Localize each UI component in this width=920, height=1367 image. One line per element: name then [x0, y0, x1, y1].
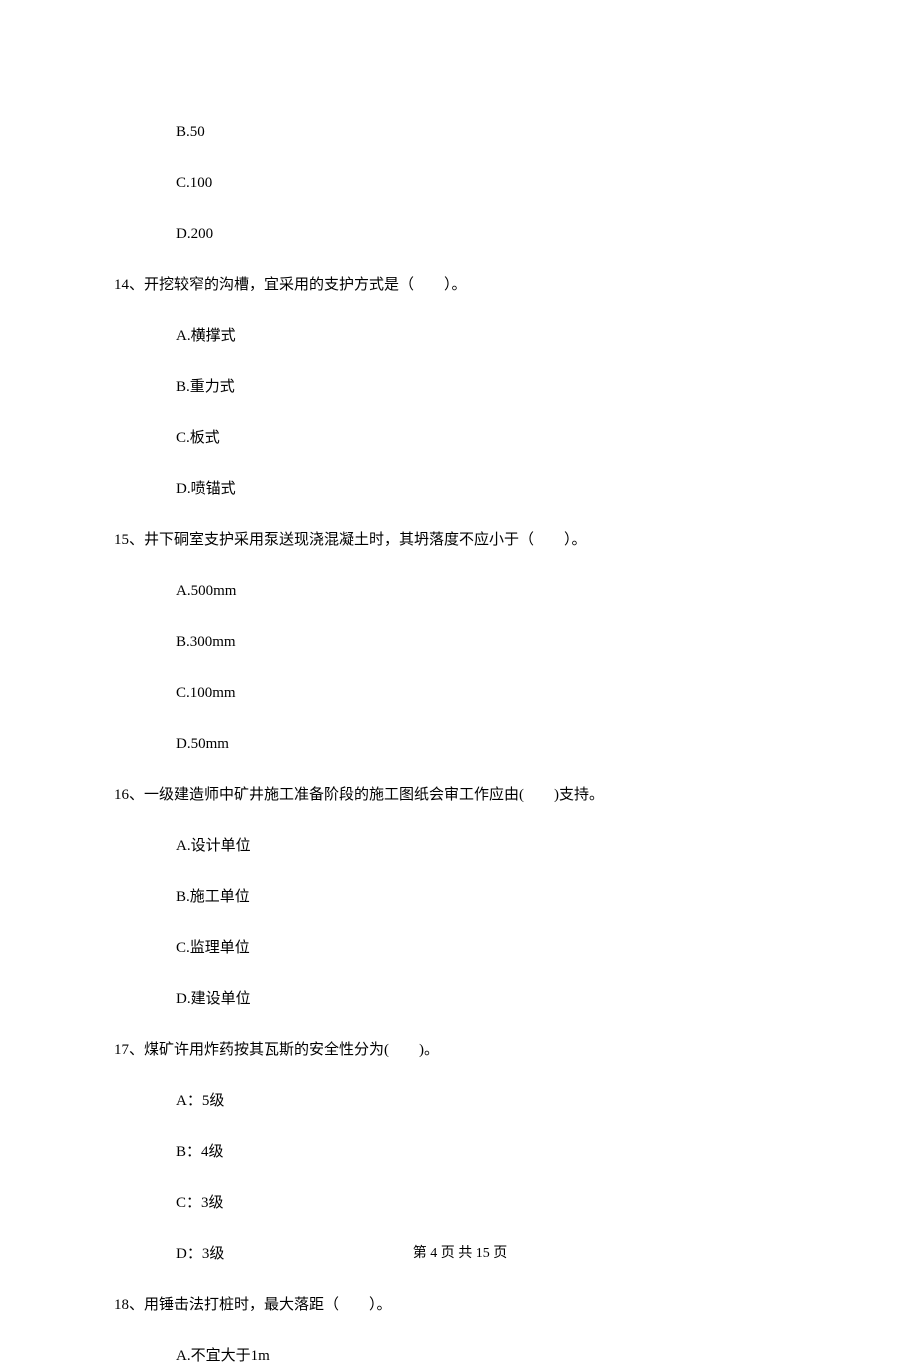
q17-option-b: B：4级 [114, 1142, 806, 1163]
q16-option-d: D.建设单位 [114, 989, 806, 1010]
q15-option-a: A.500mm [114, 581, 806, 602]
q14-option-c: C.板式 [114, 428, 806, 449]
q18-option-a: A.不宜大于1m [114, 1346, 806, 1367]
q14-option-a: A.横撑式 [114, 326, 806, 347]
q17-stem: 17、煤矿许用炸药按其瓦斯的安全性分为( )。 [114, 1040, 806, 1061]
q13-option-c: C.100 [114, 173, 806, 194]
q16-stem: 16、一级建造师中矿井施工准备阶段的施工图纸会审工作应由( )支持。 [114, 785, 806, 806]
q14-option-d: D.喷锚式 [114, 479, 806, 500]
q14-option-b: B.重力式 [114, 377, 806, 398]
q16-option-b: B.施工单位 [114, 887, 806, 908]
q13-option-d: D.200 [114, 224, 806, 245]
q17-option-c: C：3级 [114, 1193, 806, 1214]
q14-stem: 14、开挖较窄的沟槽，宜采用的支护方式是（ ）。 [114, 275, 806, 296]
page-content: B.50 C.100 D.200 14、开挖较窄的沟槽，宜采用的支护方式是（ ）… [0, 0, 920, 1367]
q15-option-c: C.100mm [114, 683, 806, 704]
page-footer: 第 4 页 共 15 页 [0, 1242, 920, 1262]
q17-option-a: A：5级 [114, 1091, 806, 1112]
q16-option-c: C.监理单位 [114, 938, 806, 959]
q15-stem: 15、井下硐室支护采用泵送现浇混凝土时，其坍落度不应小于（ ）。 [114, 530, 806, 551]
q15-option-d: D.50mm [114, 734, 806, 755]
q15-option-b: B.300mm [114, 632, 806, 653]
q16-option-a: A.设计单位 [114, 836, 806, 857]
q18-stem: 18、用锤击法打桩时，最大落距（ ）。 [114, 1295, 806, 1316]
q13-option-b: B.50 [114, 122, 806, 143]
